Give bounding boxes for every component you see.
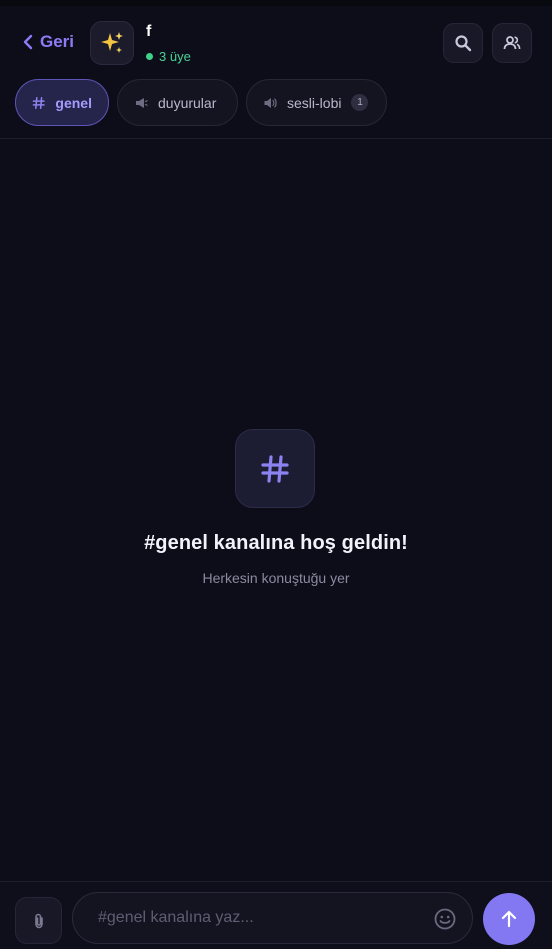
app-root: Geri f 3 üye genel duyurular sesli-lobi … <box>0 0 552 949</box>
tab-label: duyurular <box>158 94 217 111</box>
sparkles-icon <box>101 32 123 53</box>
members-icon <box>503 36 521 50</box>
emoji-button[interactable] <box>432 906 458 932</box>
hash-icon <box>32 96 45 109</box>
member-status: 3 üye <box>146 49 191 64</box>
online-dot-icon <box>146 53 153 60</box>
arrow-up-icon <box>501 910 517 928</box>
welcome-subtitle: Herkesin konuştuğu yer <box>202 570 350 586</box>
search-icon <box>455 35 472 52</box>
server-name: f <box>146 23 152 40</box>
welcome-title: #genel kanalına hoş geldin! <box>144 532 408 554</box>
members-button[interactable] <box>492 23 532 63</box>
tab-duyurular[interactable]: duyurular <box>117 79 238 126</box>
search-button[interactable] <box>443 23 483 63</box>
speaker-icon <box>264 97 277 108</box>
member-count: 3 üye <box>159 49 191 64</box>
message-input[interactable] <box>72 892 473 944</box>
tab-genel[interactable]: genel <box>15 79 109 126</box>
channel-header: Geri f 3 üye <box>0 6 552 76</box>
tab-label: genel <box>55 94 92 111</box>
back-label: Geri <box>40 32 75 51</box>
back-button[interactable]: Geri <box>20 28 74 56</box>
server-avatar[interactable] <box>90 21 134 65</box>
paperclip-icon <box>34 913 43 928</box>
tab-label: sesli-lobi <box>287 94 342 111</box>
welcome-channel-icon <box>235 429 315 508</box>
send-button[interactable] <box>483 893 535 945</box>
attach-button[interactable] <box>15 897 62 944</box>
megaphone-icon <box>136 97 148 108</box>
tab-sesli-lobi[interactable]: sesli-lobi 1 <box>246 79 387 126</box>
divider <box>0 138 552 139</box>
participant-count-badge: 1 <box>351 94 369 111</box>
channel-tabs: genel duyurular sesli-lobi 1 <box>0 79 552 127</box>
chevron-left-icon <box>23 34 33 50</box>
hash-icon <box>261 454 289 483</box>
smiley-icon <box>434 908 456 930</box>
